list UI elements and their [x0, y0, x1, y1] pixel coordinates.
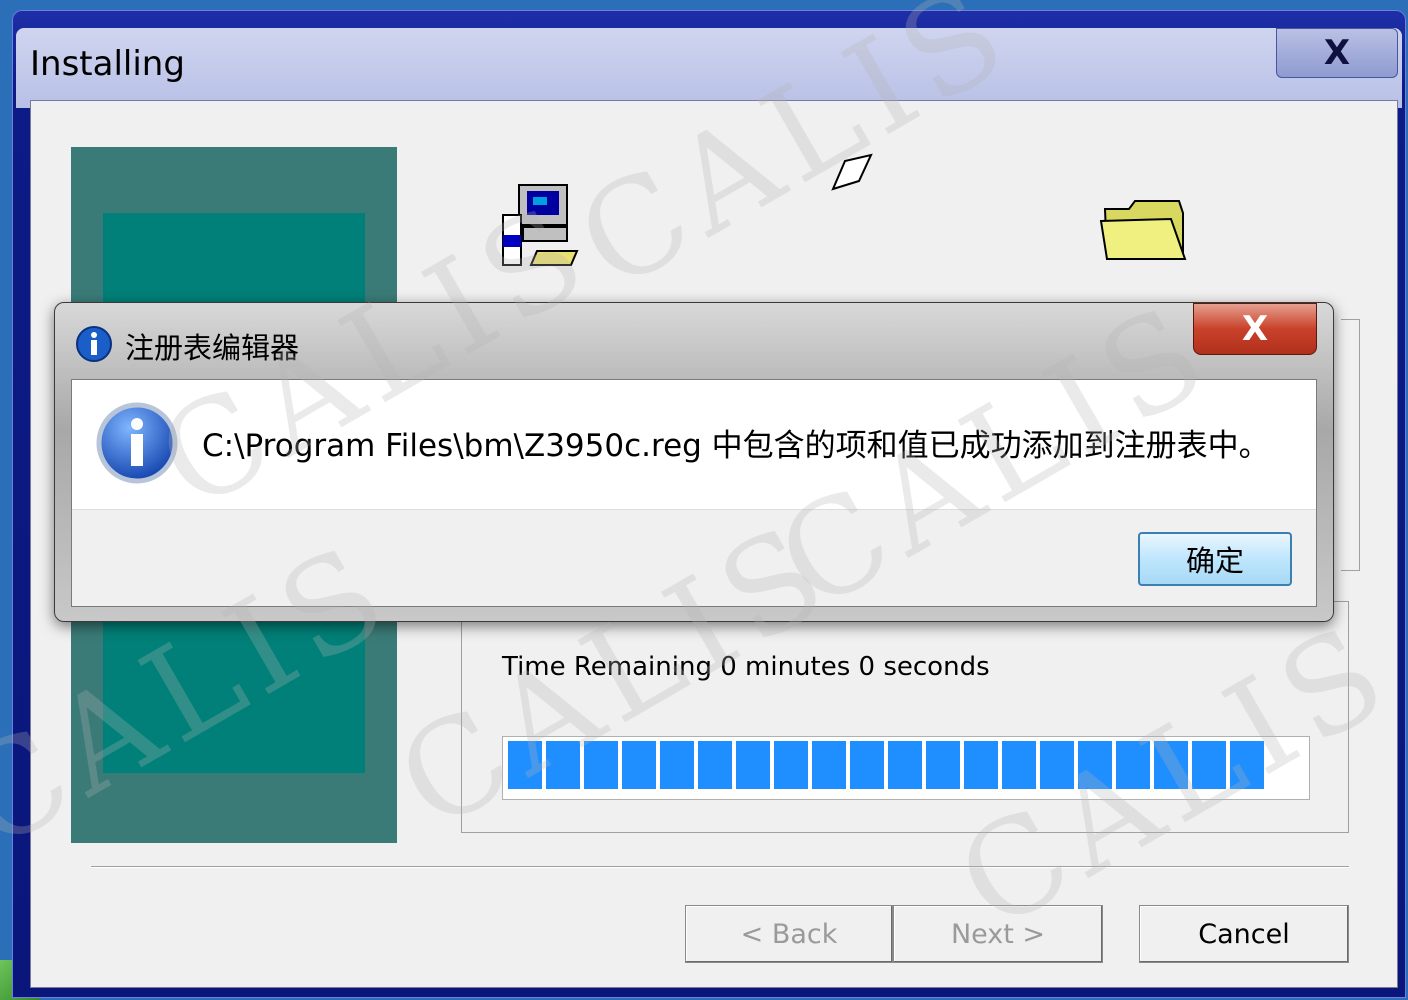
progress-segment: [1230, 741, 1264, 789]
cancel-button[interactable]: Cancel: [1139, 905, 1349, 963]
dialog-close-button[interactable]: X: [1193, 303, 1317, 355]
folder-icon: [1099, 200, 1187, 260]
progress-segment: [660, 741, 694, 789]
progress-segment: [1002, 741, 1036, 789]
installer-titlebar: [16, 28, 1402, 108]
progress-segment: [1116, 741, 1150, 789]
registry-editor-dialog: 注册表编辑器 X C:\Program Files\bm\Z3950c.reg …: [54, 302, 1334, 622]
progress-segment: [584, 741, 618, 789]
ok-button[interactable]: 确定: [1138, 532, 1292, 586]
installer-title: Installing: [30, 44, 185, 84]
button-divider: [91, 866, 1349, 868]
progress-segment: [926, 741, 960, 789]
installer-close-button[interactable]: X: [1276, 28, 1398, 78]
progress-segment: [1040, 741, 1074, 789]
background-panel-edge: [1341, 319, 1360, 571]
dialog-title: 注册表编辑器: [125, 331, 300, 365]
progress-group: Time Remaining 0 minutes 0 seconds: [461, 601, 1349, 833]
paper-icon: [831, 153, 873, 191]
progress-segment: [850, 741, 884, 789]
dialog-message: C:\Program Files\bm\Z3950c.reg 中包含的项和值已成…: [202, 428, 1270, 464]
back-button[interactable]: < Back: [685, 905, 893, 963]
dialog-content: C:\Program Files\bm\Z3950c.reg 中包含的项和值已成…: [71, 379, 1317, 607]
dialog-footer: 确定: [72, 509, 1316, 606]
progress-segment: [888, 741, 922, 789]
progress-segments: [508, 741, 1264, 793]
progress-segment: [508, 741, 542, 789]
info-icon: [76, 326, 112, 362]
progress-segment: [698, 741, 732, 789]
info-icon: [96, 402, 178, 484]
time-remaining-text: Time Remaining 0 minutes 0 seconds: [502, 652, 990, 682]
progress-segment: [964, 741, 998, 789]
progress-segment: [812, 741, 846, 789]
computer-setup-icon: [502, 184, 579, 266]
progress-segment: [1078, 741, 1112, 789]
next-button[interactable]: Next >: [893, 905, 1103, 963]
progress-segment: [1154, 741, 1188, 789]
progress-segment: [774, 741, 808, 789]
install-progress-bar: [502, 736, 1310, 800]
progress-segment: [736, 741, 770, 789]
progress-segment: [622, 741, 656, 789]
progress-segment: [1192, 741, 1226, 789]
progress-segment: [546, 741, 580, 789]
